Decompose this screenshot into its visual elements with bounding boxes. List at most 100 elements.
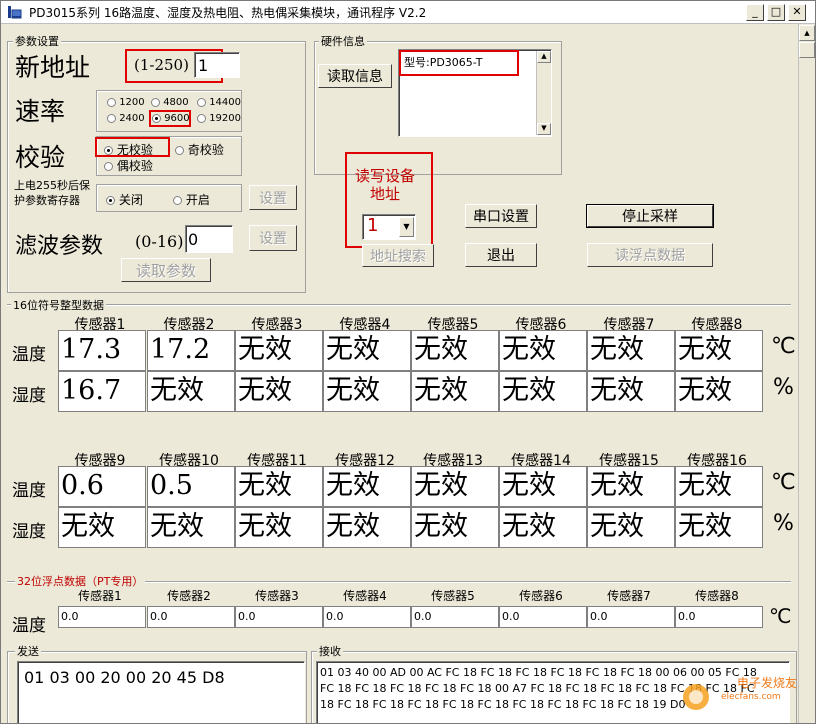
parity-even[interactable]: 偶校验 (104, 157, 153, 174)
watermark: 电子发烧友 elecfans.com (681, 674, 801, 722)
send-text: 01 03 00 20 00 20 45 D8 (24, 668, 225, 687)
humidity-cell: 无效 (675, 371, 763, 412)
scroll-up-icon[interactable]: ▲ (799, 25, 815, 41)
baud-2400[interactable]: 2400 (107, 113, 145, 124)
baud-19200[interactable]: 19200 (197, 113, 241, 124)
client-area: 参数设置 新地址 (1-250) 速率 1200 4800 14400 2400… (1, 24, 815, 723)
scroll-up-icon[interactable]: ▲ (537, 51, 551, 63)
radio-icon (104, 162, 113, 171)
humidity-cell: 无效 (323, 371, 411, 412)
temperature-cell: 0.5 (147, 466, 235, 507)
params-group-label: 参数设置 (13, 33, 61, 49)
radio-icon (151, 97, 160, 107)
humidity-cell: 无效 (675, 507, 763, 548)
baud-9600[interactable]: 9600 (152, 113, 190, 124)
parity-odd[interactable]: 奇校验 (175, 141, 224, 158)
read-info-button[interactable]: 读取信息 (318, 64, 392, 88)
float-value-cell: 0.0 (675, 606, 763, 628)
temperature-unit: ℃ (771, 334, 796, 359)
temperature-cell: 无效 (499, 330, 587, 371)
read-float-button[interactable]: 读浮点数据 (587, 243, 713, 267)
temperature-cell: 0.6 (58, 466, 146, 507)
float-value-cell: 0.0 (587, 606, 675, 628)
radio-selected-icon (104, 146, 113, 155)
scroll-down-icon[interactable]: ▼ (537, 123, 551, 135)
hardware-info-scrollbar[interactable]: ▲ ▼ (536, 51, 551, 135)
close-button[interactable]: ✕ (788, 4, 806, 21)
humidity-cell: 无效 (235, 371, 323, 412)
float-sensor-header: 传感器5 (431, 589, 475, 603)
filter-range: (0-16) (135, 232, 184, 251)
temperature-cell: 无效 (323, 330, 411, 371)
humidity-row-label: 湿度 (12, 522, 46, 542)
float-unit: ℃ (769, 604, 792, 628)
radio-icon (107, 113, 116, 123)
chevron-down-icon[interactable]: ▼ (399, 217, 414, 237)
send-group-label: 发送 (15, 643, 41, 659)
float-value-cell: 0.0 (411, 606, 499, 628)
device-address-label: 读写设备地址 (354, 167, 415, 203)
scroll-thumb[interactable] (799, 42, 815, 58)
stop-sampling-button[interactable]: 停止采样 (586, 204, 714, 228)
radio-icon (197, 97, 206, 107)
device-address-value: 1 (367, 215, 379, 236)
baud-1200[interactable]: 1200 (107, 97, 145, 108)
float-sensor-header: 传感器3 (255, 589, 299, 603)
temperature-cell: 无效 (675, 466, 763, 507)
float-sensor-header: 传感器8 (695, 589, 739, 603)
baud-14400[interactable]: 14400 (197, 97, 241, 108)
app-icon (8, 6, 22, 19)
minimize-button[interactable]: _ (746, 4, 764, 21)
main-window: PD3015系列 16路温度、湿度及热电阻、热电偶采集模块，通讯程序 V2.2 … (0, 0, 816, 724)
radio-icon (107, 97, 116, 107)
baud-4800[interactable]: 4800 (151, 97, 189, 108)
baud-label: 速率 (15, 97, 66, 126)
filter-label: 滤波参数 (15, 234, 104, 259)
hardware-group-label: 硬件信息 (319, 33, 367, 49)
humidity-cell: 无效 (323, 507, 411, 548)
float-value-cell: 0.0 (499, 606, 587, 628)
address-search-button[interactable]: 地址搜索 (362, 244, 434, 267)
receive-line-3: 18 FC 18 FC 18 FC 18 FC 18 FC 18 FC 18 F… (320, 698, 686, 711)
radio-icon (173, 196, 182, 205)
temperature-cell: 17.3 (58, 330, 146, 371)
filter-input[interactable] (185, 225, 233, 253)
humidity-cell: 无效 (58, 507, 146, 548)
humidity-cell: 无效 (499, 507, 587, 548)
radio-icon (197, 113, 206, 123)
temperature-cell: 无效 (411, 330, 499, 371)
serial-settings-button[interactable]: 串口设置 (465, 204, 537, 228)
int-section-label: 16位符号整型数据 (11, 297, 106, 313)
temperature-cell: 无效 (499, 466, 587, 507)
read-params-button[interactable]: 读取参数 (121, 258, 211, 282)
humidity-cell: 16.7 (58, 371, 146, 412)
title-bar[interactable]: PD3015系列 16路温度、湿度及热电阻、热电偶采集模块，通讯程序 V2.2 … (1, 1, 815, 24)
parity-label: 校验 (15, 143, 66, 172)
window-title: PD3015系列 16路温度、湿度及热电阻、热电偶采集模块，通讯程序 V2.2 (29, 6, 427, 20)
float-value-cell: 0.0 (58, 606, 146, 628)
protect-on[interactable]: 开启 (173, 191, 210, 208)
protect-off[interactable]: 关闭 (106, 191, 143, 208)
float-value-cell: 0.0 (235, 606, 323, 628)
send-textbox[interactable]: 01 03 00 20 00 20 45 D8 (17, 661, 305, 723)
temperature-cell: 无效 (323, 466, 411, 507)
humidity-cell: 无效 (587, 371, 675, 412)
parity-none[interactable]: 无校验 (104, 141, 153, 158)
filter-set-button[interactable]: 设置 (249, 225, 297, 251)
humidity-unit: % (773, 511, 794, 536)
protect-set-button[interactable]: 设置 (249, 185, 297, 210)
watermark-text: 电子发烧友 (737, 676, 798, 690)
watermark-url: elecfans.com (721, 692, 781, 702)
humidity-cell: 无效 (411, 371, 499, 412)
maximize-button[interactable]: □ (767, 4, 785, 21)
new-address-input[interactable] (194, 52, 240, 78)
humidity-unit: % (773, 375, 794, 400)
window-scrollbar[interactable]: ▲ (798, 24, 815, 723)
float-value-cell: 0.0 (147, 606, 235, 628)
temperature-row-label: 温度 (12, 345, 46, 365)
temperature-cell: 无效 (675, 330, 763, 371)
logo-icon (683, 684, 709, 710)
exit-button[interactable]: 退出 (465, 243, 537, 267)
address-range: (1-250) (134, 56, 189, 74)
device-address-select[interactable]: 1 ▼ (362, 214, 416, 240)
